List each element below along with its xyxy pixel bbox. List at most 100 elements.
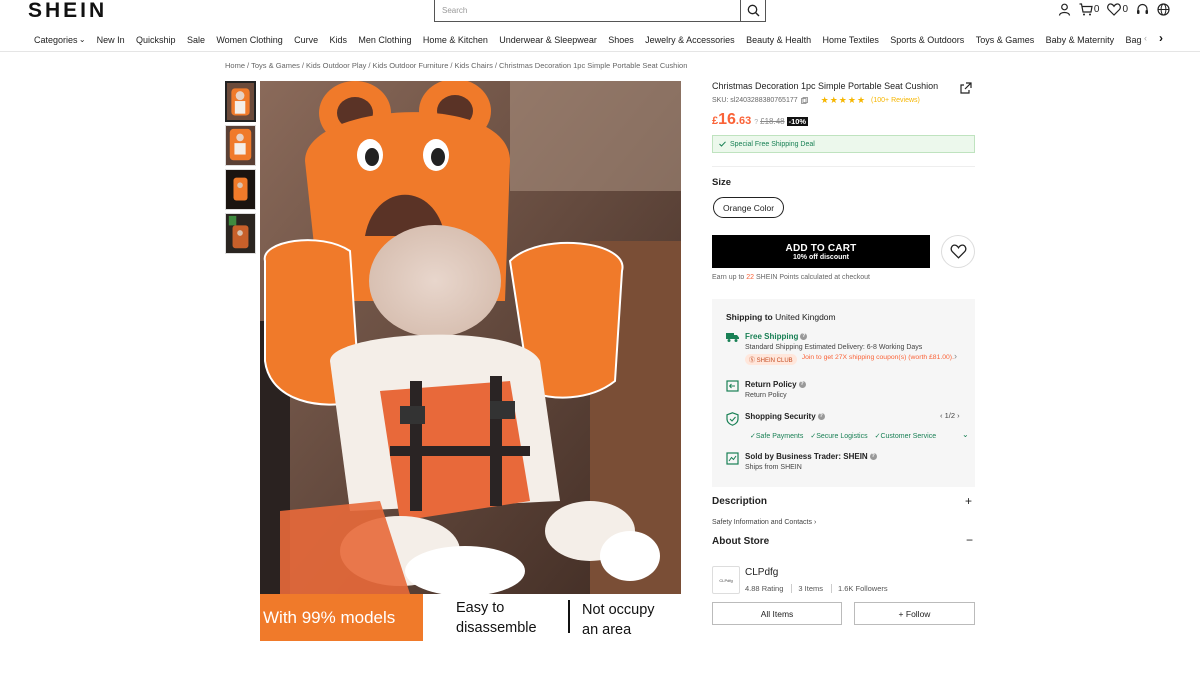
- search-bar: [434, 0, 766, 22]
- thumbnail-2[interactable]: [225, 125, 256, 166]
- share-button[interactable]: [960, 81, 972, 99]
- safety-info-link[interactable]: Safety Information and Contacts ›: [712, 519, 816, 526]
- nav-item-home-kitchen[interactable]: Home & Kitchen: [423, 35, 488, 45]
- user-icon: [1058, 3, 1070, 16]
- shein-logo[interactable]: SHEIN: [28, 0, 107, 23]
- shopping-security-row[interactable]: Shopping Security?: [726, 412, 825, 426]
- about-store-header[interactable]: About Store: [712, 536, 769, 547]
- store-logo[interactable]: CLPdfg: [712, 566, 740, 594]
- nav-item-underwear-sleepwear[interactable]: Underwear & Sleepwear: [499, 35, 597, 45]
- account-button[interactable]: [1058, 3, 1071, 16]
- header-icons: 0 0: [1058, 3, 1170, 16]
- breadcrumb-current: Christmas Decoration 1pc Simple Portable…: [498, 61, 688, 70]
- breadcrumb-separator: /: [301, 61, 304, 70]
- description-header[interactable]: Description: [712, 496, 767, 507]
- language-button[interactable]: [1157, 3, 1170, 16]
- all-items-button[interactable]: All Items: [712, 602, 842, 625]
- nav-item-categories[interactable]: Categories: [34, 35, 78, 45]
- shipping-destination[interactable]: Shipping to United Kingdom: [726, 312, 836, 322]
- star-icon: ★: [847, 95, 856, 105]
- help-icon[interactable]: ?: [817, 413, 825, 421]
- thumbnail-4[interactable]: [225, 213, 256, 254]
- add-to-wishlist-button[interactable]: [941, 235, 975, 268]
- seller-row[interactable]: Sold by Business Trader: SHEIN? Ships fr…: [726, 452, 877, 472]
- nav-scroll-right-icon[interactable]: ›: [1159, 31, 1163, 45]
- breadcrumb-link[interactable]: Kids Outdoor Play: [306, 61, 366, 70]
- nav-item-jewelry-accessories[interactable]: Jewelry & Accessories: [645, 35, 735, 45]
- discount-badge: -10%: [786, 117, 809, 126]
- breadcrumb-separator: /: [450, 61, 453, 70]
- nav-scroll-left[interactable]: ‹: [1144, 33, 1147, 43]
- nav-item-sports-outdoors[interactable]: Sports & Outdoors: [890, 35, 964, 45]
- nav-item-baby-maternity[interactable]: Baby & Maternity: [1046, 35, 1115, 45]
- points-value: 22: [746, 274, 755, 281]
- thumbnail-1[interactable]: [225, 81, 256, 122]
- thumbnail-3[interactable]: [225, 169, 256, 210]
- breadcrumb: Home / Toys & Games / Kids Outdoor Play / Kids…: [225, 61, 687, 70]
- nav-item-toys-games[interactable]: Toys & Games: [976, 35, 1035, 45]
- nav-item-kids[interactable]: Kids: [330, 35, 348, 45]
- nav-item-beauty-health[interactable]: Beauty & Health: [746, 35, 811, 45]
- security-item: ✓Secure Logistics: [810, 432, 867, 440]
- chevron-down-icon[interactable]: ⌄: [962, 430, 969, 439]
- shipping-country: United Kingdom: [775, 312, 836, 322]
- banner-area-line1: Not occupy: [582, 602, 655, 618]
- shein-club-row[interactable]: Ⓢ SHEIN CLUB Join to get 27X shipping co…: [745, 354, 960, 365]
- store-items-value: 3: [798, 584, 803, 593]
- free-shipping-label: Free Shipping: [745, 332, 799, 341]
- size-option-orange[interactable]: Orange Color: [713, 197, 785, 218]
- nav-item-bags-luggag[interactable]: Bags & Luggag: [1126, 35, 1142, 45]
- free-shipping-row[interactable]: Free Shipping? Standard Shipping Estimat…: [726, 332, 960, 365]
- search-button[interactable]: [740, 0, 765, 21]
- search-input[interactable]: [435, 0, 740, 21]
- store-followers: 1.6K Followers: [831, 584, 888, 593]
- product-main-image[interactable]: With 99% models Easy to disassemble Not …: [260, 81, 681, 641]
- price-info-icon[interactable]: ?: [754, 119, 758, 126]
- price-decimal: .63: [735, 115, 752, 127]
- security-title: Shopping Security?: [745, 412, 825, 421]
- nav-item-curve[interactable]: Curve: [294, 35, 318, 45]
- nav-item-quickship[interactable]: Quickship: [136, 35, 176, 45]
- add-to-cart-button[interactable]: ADD TO CART 10% off discount: [712, 235, 930, 268]
- nav-item-men-clothing[interactable]: Men Clothing: [358, 35, 411, 45]
- star-half-icon: ★: [856, 95, 866, 105]
- rating-stars[interactable]: ★ ★ ★ ★ ★: [821, 95, 865, 106]
- star-icon: ★: [829, 95, 838, 105]
- breadcrumb-link[interactable]: Home: [225, 61, 245, 70]
- nav-item-home-textiles[interactable]: Home Textiles: [823, 35, 879, 45]
- chevron-down-icon: ⌄: [78, 35, 86, 44]
- reviews-link[interactable]: (100+ Reviews): [871, 97, 920, 104]
- nav-item-new-in[interactable]: New In: [97, 35, 125, 45]
- copy-icon[interactable]: [800, 97, 808, 104]
- support-button[interactable]: [1136, 3, 1149, 16]
- chevron-right-icon[interactable]: ›: [954, 351, 957, 361]
- security-item: ✓Customer Service: [875, 432, 937, 440]
- cart-button[interactable]: 0: [1079, 3, 1099, 16]
- help-icon[interactable]: ?: [869, 453, 877, 461]
- breadcrumb-separator: /: [368, 61, 371, 70]
- wishlist-header-button[interactable]: 0: [1107, 3, 1128, 16]
- store-followers-label: Followers: [855, 584, 888, 593]
- breadcrumb-link[interactable]: Toys & Games: [251, 61, 300, 70]
- shipping-info-box: Shipping to United Kingdom Free Shipping…: [712, 299, 975, 487]
- nav-item-sale[interactable]: Sale: [187, 35, 205, 45]
- collapse-minus-icon[interactable]: −: [966, 533, 973, 547]
- share-icon: [960, 82, 972, 94]
- help-icon[interactable]: ?: [798, 381, 806, 389]
- headset-icon: [1137, 3, 1148, 14]
- security-pager[interactable]: ‹ 1/2 ›: [940, 411, 960, 420]
- help-icon[interactable]: ?: [800, 333, 808, 341]
- nav-item-women-clothing[interactable]: Women Clothing: [216, 35, 282, 45]
- nav-item-shoes[interactable]: Shoes: [608, 35, 634, 45]
- follow-button[interactable]: + Follow: [854, 602, 975, 625]
- add-to-cart-sublabel: 10% off discount: [792, 253, 849, 261]
- expand-plus-icon[interactable]: +: [965, 494, 972, 508]
- breadcrumb-link[interactable]: Kids Outdoor Furniture: [373, 61, 449, 70]
- seller-label: Sold by Business Trader: SHEIN: [745, 452, 868, 461]
- return-policy-row[interactable]: Return Policy? Return Policy: [726, 380, 806, 400]
- store-name[interactable]: CLPdfg: [745, 567, 778, 578]
- safety-info-text: Safety Information and Contacts: [712, 519, 812, 526]
- shipping-deal-banner: Special Free Shipping Deal: [712, 135, 975, 153]
- top-header: SHEIN 0 0: [0, 0, 1200, 30]
- breadcrumb-link[interactable]: Kids Chairs: [454, 61, 492, 70]
